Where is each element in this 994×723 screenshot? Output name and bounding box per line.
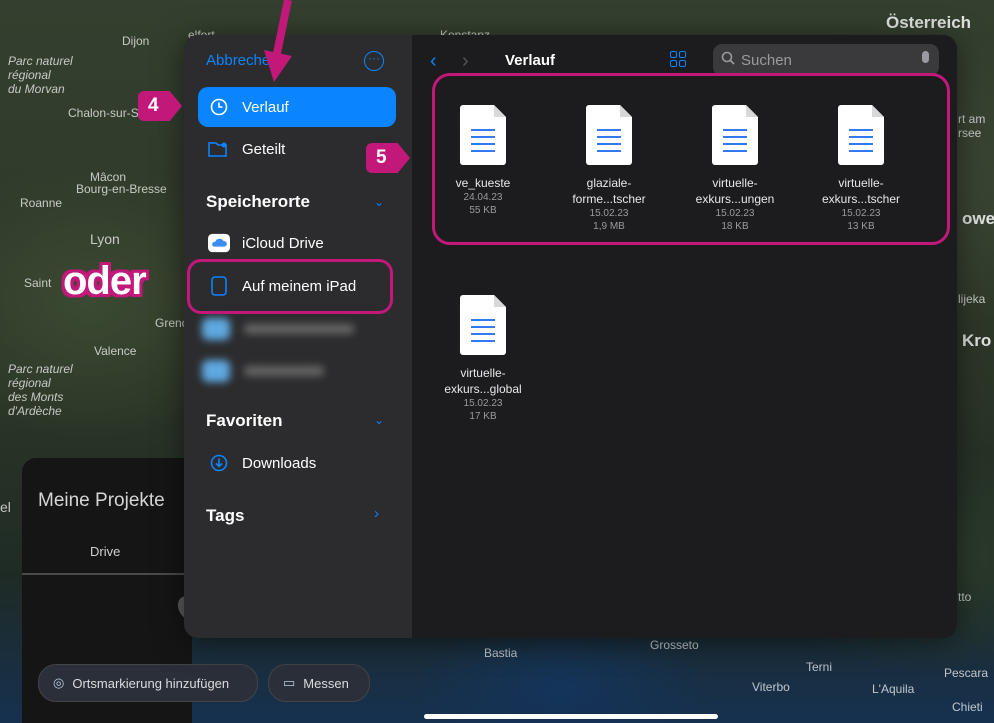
map-label: Parc naturel régional des Monts d'Ardèche <box>8 362 73 418</box>
map-label: owe <box>962 209 994 228</box>
file-name: virtuelle- <box>460 366 506 380</box>
document-icon <box>460 295 506 355</box>
map-label: Grosseto <box>650 638 699 652</box>
favorites-header[interactable]: Favoriten <box>206 411 283 431</box>
file-item[interactable]: virtuelle- exkurs...global 15.02.23 17 K… <box>428 295 538 423</box>
shared-folder-icon <box>208 140 230 158</box>
pin-icon: ◎ <box>53 675 65 690</box>
map-label: el <box>0 499 11 515</box>
download-icon <box>208 454 230 472</box>
map-label: lijeka <box>958 292 986 306</box>
sidebar-item-downloads[interactable]: Downloads <box>198 443 396 483</box>
locations-header[interactable]: Speicherorte <box>206 192 310 212</box>
measure-button[interactable]: ▭ Messen <box>268 664 370 702</box>
search-placeholder: Suchen <box>741 51 792 69</box>
projects-title: Meine Projekte <box>38 490 165 511</box>
ruler-icon: ▭ <box>283 675 296 690</box>
sidebar-item-label: iCloud Drive <box>242 234 324 252</box>
blurred-location[interactable] <box>202 360 392 382</box>
ipad-highlight <box>187 259 393 314</box>
home-indicator[interactable] <box>424 714 718 719</box>
map-label: Bastia <box>484 646 518 660</box>
map-label: Valence <box>94 344 137 358</box>
files-sidebar: Abbrechen ··· Verlauf Geteilt Speicheror… <box>184 35 412 638</box>
map-label: Chieti <box>952 700 983 714</box>
pointer-arrow <box>264 0 292 82</box>
microphone-icon[interactable] <box>922 51 929 63</box>
sidebar-item-icloud-drive[interactable]: iCloud Drive <box>198 223 396 263</box>
map-label: Terni <box>806 660 833 674</box>
file-name-line2: exkurs...global <box>444 382 522 396</box>
map-label: Saint <box>24 276 52 290</box>
back-chevron-icon[interactable]: ‹ <box>430 50 437 73</box>
map-label: Lyon <box>90 231 120 247</box>
map-label: L'Aquila <box>872 682 915 696</box>
sidebar-item-label: Downloads <box>242 454 317 472</box>
blurred-location[interactable] <box>202 318 392 340</box>
add-placemark-button[interactable]: ◎ Ortsmarkierung hinzufügen <box>38 664 258 702</box>
search-field[interactable]: Suchen <box>713 44 939 76</box>
tab-drive[interactable]: Drive <box>90 544 120 559</box>
map-label: Viterbo <box>752 680 790 694</box>
sidebar-item-label: Verlauf <box>242 98 289 116</box>
sidebar-item-label: Geteilt <box>242 140 286 158</box>
map-label: Roanne <box>20 196 63 210</box>
files-highlight <box>432 73 950 245</box>
clock-icon <box>208 98 230 116</box>
chevron-down-icon[interactable]: ⌄ <box>374 195 384 209</box>
file-date: 15.02.23 <box>463 398 503 409</box>
chevron-right-icon[interactable]: › <box>374 505 379 522</box>
map-label: tto <box>958 590 972 604</box>
more-options-icon[interactable]: ··· <box>364 51 384 71</box>
measure-label: Messen <box>303 675 349 691</box>
map-label: Grenc <box>155 316 188 330</box>
icloud-icon <box>208 233 230 253</box>
map-label: Kro <box>962 331 992 350</box>
map-label: Bourg-en-Bresse <box>76 182 167 196</box>
file-size: 17 KB <box>469 411 497 422</box>
tab-underline <box>22 573 192 575</box>
map-label: Dijon <box>122 34 150 48</box>
map-label: Österreich <box>886 13 972 32</box>
forward-chevron-icon[interactable]: › <box>462 50 469 73</box>
oder-label: oder <box>63 259 147 303</box>
grid-view-icon[interactable] <box>670 51 686 67</box>
chevron-down-icon[interactable]: ⌄ <box>374 413 384 427</box>
tags-header[interactable]: Tags <box>206 506 244 526</box>
map-label: Chalon-sur-S <box>68 106 139 120</box>
map-label: Parc naturel régional du Morvan <box>8 54 73 96</box>
search-icon <box>721 51 735 69</box>
sidebar-item-recents[interactable]: Verlauf <box>198 87 396 127</box>
page-title: Verlauf <box>505 52 556 69</box>
add-placemark-label: Ortsmarkierung hinzufügen <box>72 675 230 691</box>
map-label: rt am rsee <box>958 112 986 140</box>
map-label: Pescara <box>944 666 989 680</box>
